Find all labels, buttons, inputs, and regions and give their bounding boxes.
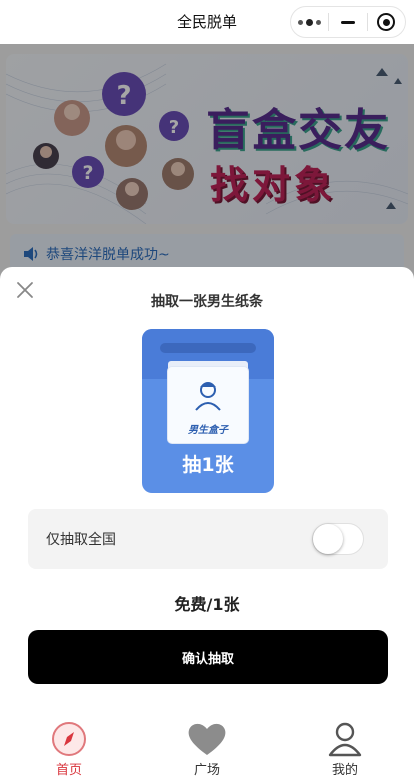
- nationwide-only-label: 仅抽取全国: [46, 532, 116, 548]
- tab-mine-label: 我的: [331, 763, 358, 778]
- confirm-draw-button[interactable]: 确认抽取: [28, 630, 388, 684]
- tab-square-label: 广场: [193, 763, 220, 778]
- toggle-knob: [313, 524, 343, 554]
- draw-count-label: 抽1张: [182, 454, 234, 476]
- card-slot: [160, 343, 256, 353]
- close-miniprogram-button[interactable]: [368, 7, 405, 37]
- more-button[interactable]: [291, 7, 328, 37]
- draw-sheet: 抽取一张男生纸条 男生盒子 抽1张 仅抽取全国 免费/1张 确认抽取 首页 广场…: [0, 267, 414, 779]
- tab-home-label: 首页: [55, 763, 82, 778]
- nationwide-only-row: 仅抽取全国: [28, 509, 388, 569]
- heart-icon: [188, 723, 226, 755]
- nav-bar: 全民脱单: [0, 0, 414, 44]
- capsule-menu: [290, 6, 406, 38]
- compass-icon: [52, 722, 86, 756]
- minimize-button[interactable]: [329, 7, 366, 37]
- price-text: 免费/1张: [174, 595, 240, 614]
- more-icon: [298, 18, 322, 26]
- tab-square[interactable]: 广场: [138, 707, 276, 779]
- tab-mine[interactable]: 我的: [276, 707, 414, 779]
- boy-avatar-icon: [195, 382, 221, 411]
- tab-home[interactable]: 首页: [0, 707, 138, 779]
- nationwide-only-toggle[interactable]: [312, 523, 364, 555]
- sheet-title: 抽取一张男生纸条: [151, 294, 263, 310]
- box-label: 男生盒子: [188, 425, 228, 436]
- tab-bar: 首页 广场 我的: [0, 707, 414, 779]
- person-icon: [328, 722, 362, 757]
- boy-box-card[interactable]: 男生盒子 抽1张: [142, 329, 274, 493]
- close-miniprogram-icon: [377, 13, 396, 31]
- minimize-icon: [340, 20, 355, 24]
